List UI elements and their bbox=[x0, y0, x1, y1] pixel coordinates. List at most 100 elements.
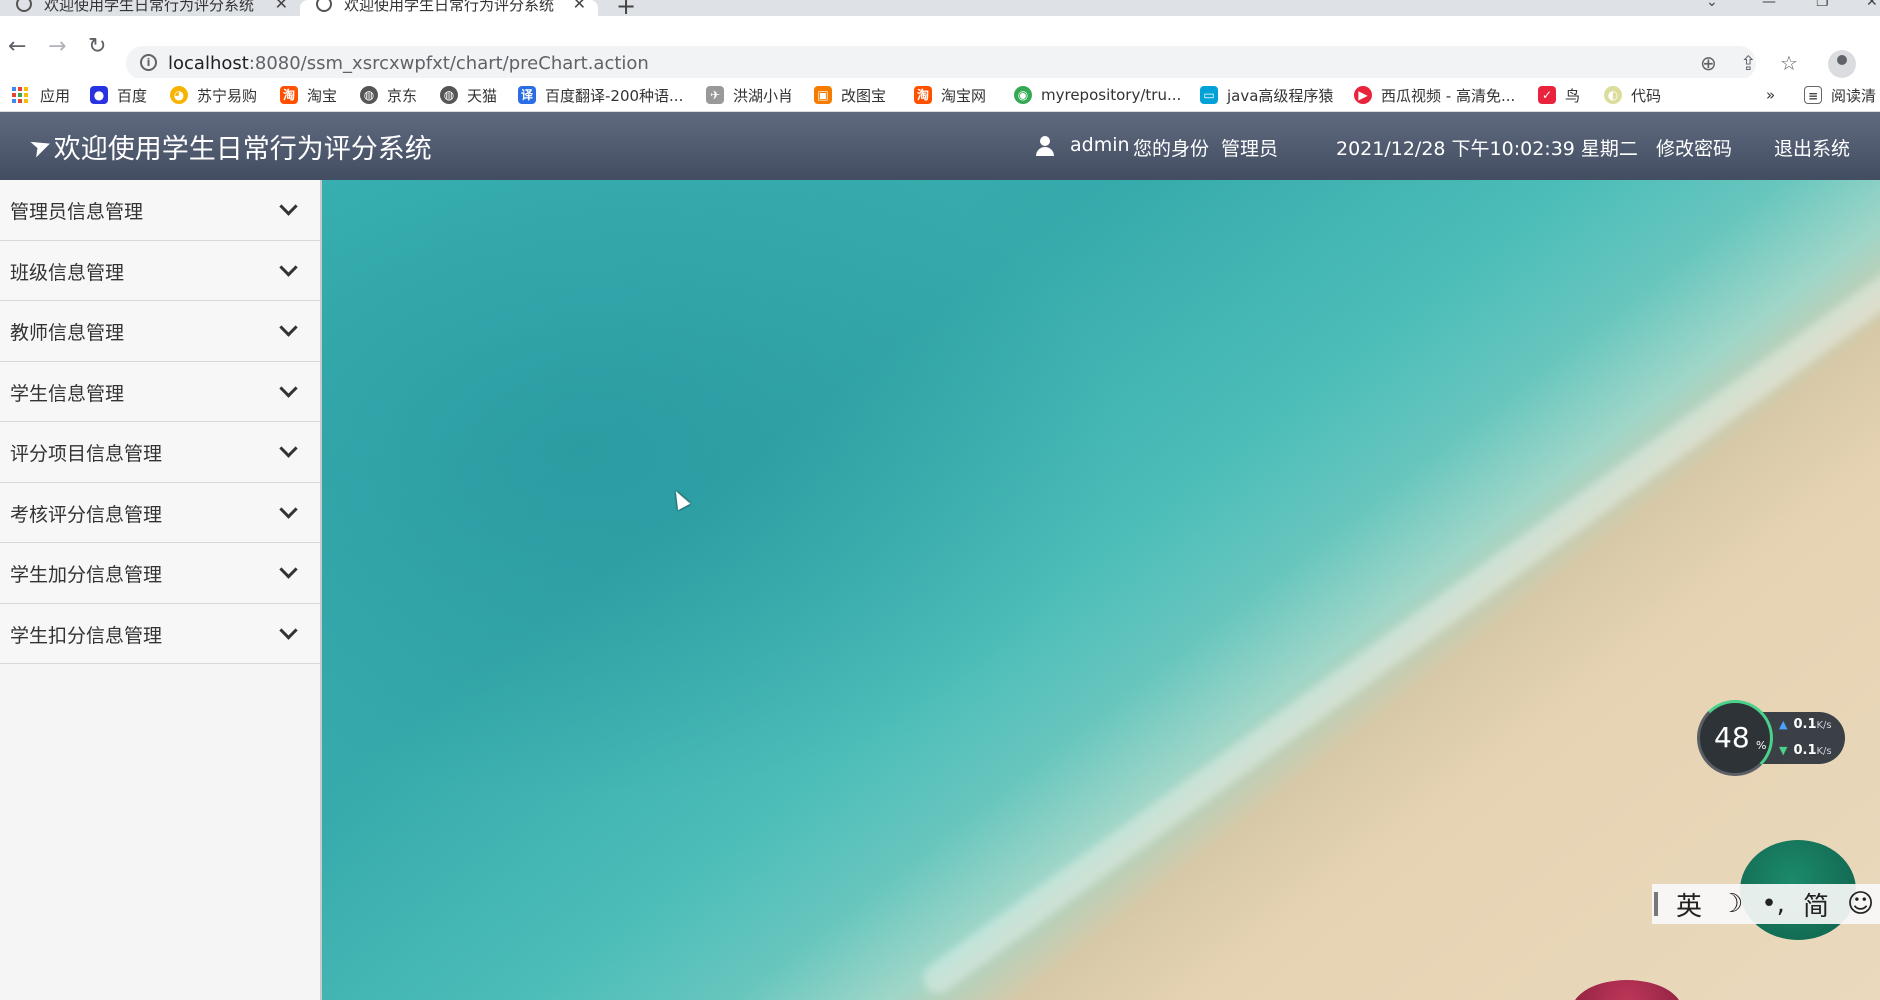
browser-tab-strip: 欢迎使用学生日常行为评分系统 ✕ 欢迎使用学生日常行为评分系统 ✕ + ⌄ — … bbox=[0, 0, 1880, 20]
chevron-down-icon bbox=[279, 378, 298, 398]
sidebar-item-bonus-points[interactable]: 学生加分信息管理 bbox=[0, 543, 320, 604]
zoom-icon[interactable]: ⊕ bbox=[1700, 51, 1717, 75]
forward-arrow-icon[interactable]: → bbox=[48, 34, 66, 59]
address-bar[interactable]: i localhost:8080/ssm_xsrcxwpfxt/chart/pr… bbox=[126, 46, 1798, 80]
bookmark-taobao[interactable]: 淘 淘宝 bbox=[280, 78, 337, 112]
xigua-icon: ▶ bbox=[1354, 86, 1372, 104]
sidebar-item-class-info[interactable]: 班级信息管理 bbox=[0, 240, 320, 301]
bookmark-jd[interactable]: ◍ 京东 bbox=[360, 78, 417, 112]
close-window-icon[interactable]: ✕ bbox=[1866, 0, 1878, 10]
sidebar-item-label: 管理员信息管理 bbox=[10, 201, 144, 223]
chevron-down-icon bbox=[279, 560, 298, 579]
bookmark-tmall[interactable]: ◍ 天猫 bbox=[440, 78, 497, 112]
apps-grid-icon bbox=[12, 87, 28, 103]
chevron-down-icon bbox=[279, 257, 298, 277]
ime-language-toggle[interactable]: 英 bbox=[1676, 886, 1702, 923]
globe-icon bbox=[16, 0, 32, 12]
ocean-shading bbox=[322, 180, 1122, 800]
logout-link[interactable]: 退出系统 bbox=[1774, 134, 1850, 161]
arrow-down-icon: ▼ bbox=[1779, 744, 1788, 757]
bookmark-gaitubao[interactable]: ▣ 改图宝 bbox=[814, 78, 886, 112]
username: admin bbox=[1070, 134, 1130, 156]
upload-speed: ▲ 0.1K/s bbox=[1779, 717, 1832, 732]
reload-icon[interactable]: ↻ bbox=[88, 34, 106, 59]
restore-icon[interactable]: ❐ bbox=[1816, 0, 1829, 10]
close-tab-icon[interactable]: ✕ bbox=[275, 0, 288, 13]
app-title: 欢迎使用学生日常行为评分系统 bbox=[53, 134, 432, 165]
sidebar-item-deduction-points[interactable]: 学生扣分信息管理 bbox=[0, 603, 320, 664]
ime-moon-icon[interactable]: ☽ bbox=[1720, 889, 1743, 919]
sidebar-item-assessment-scores[interactable]: 考核评分信息管理 bbox=[0, 482, 320, 543]
bookmark-xigua[interactable]: ▶ 西瓜视频 - 高清免... bbox=[1354, 78, 1515, 112]
bookmark-niao[interactable]: ✓ 鸟 bbox=[1538, 78, 1580, 112]
bookmark-java[interactable]: ▭ java高级程序猿 bbox=[1200, 78, 1333, 112]
site-info-icon[interactable]: i bbox=[140, 54, 157, 71]
share-icon[interactable]: ⇪ bbox=[1740, 51, 1757, 75]
browser-toolbar: ← → ↻ i localhost:8080/ssm_xsrcxwpfxt/ch… bbox=[0, 16, 1880, 80]
bookmark-code[interactable]: ◐ 代码 bbox=[1604, 78, 1661, 112]
current-datetime: 2021/12/28 下午10:02:39 星期二 bbox=[1336, 138, 1638, 160]
bookmark-star-icon[interactable]: ☆ bbox=[1780, 51, 1798, 75]
user-icon bbox=[1034, 136, 1056, 158]
bookmark-taobao-net[interactable]: 淘 淘宝网 bbox=[914, 78, 986, 112]
bird-red-icon: ✓ bbox=[1538, 86, 1556, 104]
code-icon: ◐ bbox=[1604, 86, 1622, 104]
bookmarks-bar: 应用 ● 百度 ◕ 苏宁易购 淘 淘宝 ◍ 京东 ◍ 天猫 译 百度翻译-200… bbox=[0, 78, 1880, 112]
change-password-link[interactable]: 修改密码 bbox=[1656, 134, 1732, 161]
sidebar-item-label: 学生加分信息管理 bbox=[10, 564, 163, 586]
back-arrow-icon[interactable]: ← bbox=[8, 34, 26, 59]
sidebar-item-label: 班级信息管理 bbox=[10, 261, 125, 284]
bookmark-baidu[interactable]: ● 百度 bbox=[90, 78, 147, 112]
role-value: 管理员 bbox=[1221, 138, 1279, 160]
profile-avatar-icon[interactable] bbox=[1828, 50, 1856, 78]
minimize-icon[interactable]: — bbox=[1762, 0, 1776, 10]
taobao-icon: 淘 bbox=[914, 86, 932, 104]
chevron-down-icon bbox=[279, 197, 298, 216]
chevron-down-icon bbox=[279, 439, 298, 458]
reading-list-icon: ≡ bbox=[1804, 86, 1822, 104]
role-label: 您的身份 bbox=[1133, 138, 1210, 160]
sidebar-item-label: 考核评分信息管理 bbox=[10, 503, 163, 526]
bookmarks-more-button[interactable]: » bbox=[1766, 78, 1775, 112]
url-text[interactable]: localhost:8080/ssm_xsrcxwpfxt/chart/preC… bbox=[168, 53, 649, 74]
network-monitor-widget[interactable]: 48 % ▲ 0.1K/s ▼ 0.1K/s bbox=[1697, 700, 1847, 776]
chevron-down-icon bbox=[279, 318, 298, 337]
globe-icon bbox=[316, 0, 332, 12]
ime-toolbar: 英 ☽ •, 简 ☺ bbox=[1652, 884, 1880, 924]
reading-list-button[interactable]: ≡ 阅读清 bbox=[1804, 78, 1876, 112]
sidebar-item-scoring-items[interactable]: 评分项目信息管理 bbox=[0, 422, 320, 483]
taobao-icon: 淘 bbox=[280, 86, 298, 104]
baidu-translate-icon: 译 bbox=[518, 86, 536, 104]
chevron-down-icon bbox=[279, 620, 298, 640]
ime-simplified-toggle[interactable]: 简 bbox=[1803, 886, 1829, 923]
beach-umbrella-red bbox=[1572, 980, 1682, 1000]
sidebar-item-admin-info[interactable]: 管理员信息管理 bbox=[0, 180, 320, 241]
browser-tab-2[interactable]: 欢迎使用学生日常行为评分系统 ✕ bbox=[300, 0, 598, 16]
tab-search-icon[interactable]: ⌄ bbox=[1706, 0, 1718, 10]
sidebar-item-student-info[interactable]: 学生信息管理 bbox=[0, 361, 320, 422]
bookmark-suning[interactable]: ◕ 苏宁易购 bbox=[170, 78, 257, 112]
browser-tab-1[interactable]: 欢迎使用学生日常行为评分系统 ✕ bbox=[0, 0, 300, 16]
bookmark-apps[interactable]: 应用 bbox=[12, 78, 70, 112]
bookmark-honghu[interactable]: ✈ 洪湖小肖 bbox=[706, 78, 793, 112]
sidebar-item-label: 教师信息管理 bbox=[10, 322, 125, 344]
ime-drag-handle[interactable] bbox=[1654, 892, 1658, 916]
app-header: ➤ 欢迎使用学生日常行为评分系统 admin 您的身份 管理员 2021/12/… bbox=[0, 112, 1880, 180]
bookmark-baidu-translate[interactable]: 译 百度翻译-200种语... bbox=[518, 78, 683, 112]
globe-icon: ◍ bbox=[440, 86, 458, 104]
sidebar-item-label: 学生扣分信息管理 bbox=[10, 624, 163, 647]
arrow-up-icon: ▲ bbox=[1779, 718, 1788, 731]
globe-icon: ◍ bbox=[360, 86, 378, 104]
sidebar-item-teacher-info[interactable]: 教师信息管理 bbox=[0, 301, 320, 362]
bookmark-myrepository[interactable]: ◉ myrepository/tru... bbox=[1014, 78, 1181, 112]
baidu-paw-icon: ● bbox=[90, 86, 108, 104]
paper-plane-icon: ➤ bbox=[25, 128, 57, 165]
usage-percent-unit: % bbox=[1756, 739, 1767, 752]
ime-punctuation-toggle[interactable]: •, bbox=[1761, 889, 1785, 919]
download-speed: ▼ 0.1K/s bbox=[1779, 743, 1832, 758]
suning-icon: ◕ bbox=[170, 86, 188, 104]
chrome-icon: ◉ bbox=[1014, 86, 1032, 104]
ime-emoji-icon[interactable]: ☺ bbox=[1847, 889, 1874, 919]
cpu-usage-ring: 48 % bbox=[1697, 700, 1773, 776]
close-tab-icon[interactable]: ✕ bbox=[573, 0, 586, 13]
